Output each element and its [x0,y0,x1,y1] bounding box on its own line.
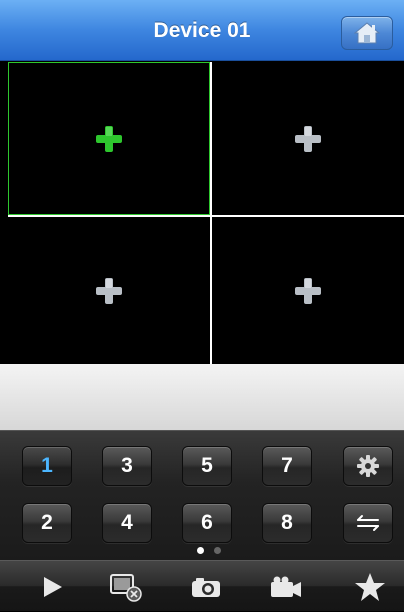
channel-key-3[interactable]: 3 [102,446,152,486]
record-button[interactable] [256,561,316,612]
channel-key-4[interactable]: 4 [102,503,152,543]
home-icon [354,22,380,44]
close-all-windows-button[interactable] [96,561,156,612]
header-bar: Device 01 [0,0,404,61]
play-icon [44,576,62,597]
channel-key-1[interactable]: 1 [22,446,72,486]
star-icon [355,572,385,601]
page-dot-active [197,547,204,554]
bottom-toolbar [0,560,404,611]
gear-icon [357,455,379,477]
control-strip [0,364,404,430]
snapshot-button[interactable] [176,561,236,612]
camera-icon [192,577,220,597]
add-icon[interactable] [294,277,322,305]
page-dot [214,547,221,554]
channel-key-8[interactable]: 8 [262,503,312,543]
add-icon[interactable] [95,125,123,153]
grid-divider-horizontal [8,215,404,217]
favorites-button[interactable] [340,561,400,612]
settings-button[interactable] [343,446,393,486]
channel-key-2[interactable]: 2 [22,503,72,543]
add-icon[interactable] [294,125,322,153]
close-window-icon [110,573,142,602]
video-grid [8,62,404,364]
channel-keypad: 1 3 5 7 2 4 6 8 [0,430,404,560]
swap-arrows-icon [357,515,379,531]
channel-key-7[interactable]: 7 [262,446,312,486]
add-icon[interactable] [95,277,123,305]
page-indicator [194,547,224,555]
channel-key-6[interactable]: 6 [182,503,232,543]
video-camera-icon [271,576,301,597]
video-channel-1[interactable] [8,62,210,215]
video-channel-3[interactable] [8,217,210,364]
home-button[interactable] [341,16,393,50]
video-channel-2[interactable] [211,62,404,215]
grid-divider-vertical [210,62,212,364]
play-button[interactable] [22,561,82,612]
channel-key-5[interactable]: 5 [182,446,232,486]
swap-button[interactable] [343,503,393,543]
video-channel-4[interactable] [211,217,404,364]
